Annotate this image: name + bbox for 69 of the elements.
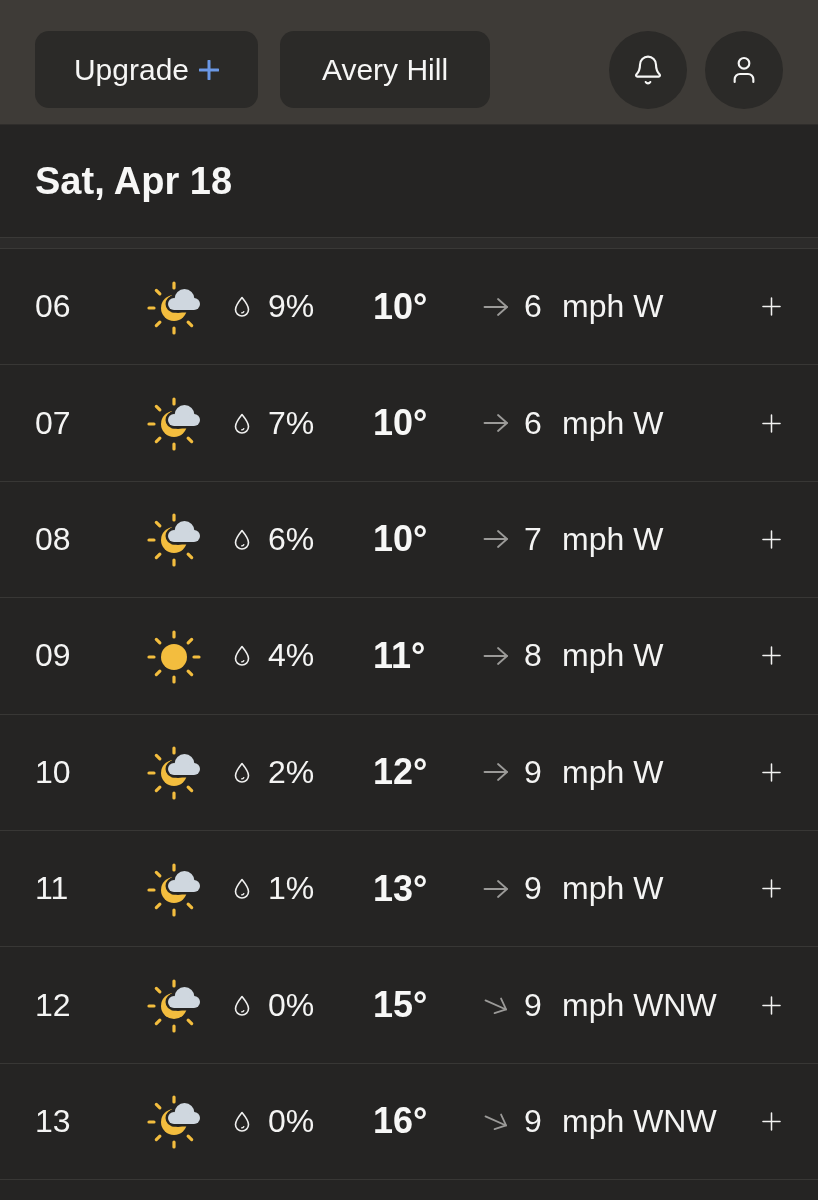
wind-unit-direction: mph W [562,404,665,442]
expand-button[interactable] [760,412,782,435]
bell-icon [632,54,664,86]
plus-icon [761,1111,781,1131]
wind-unit-direction: mph W [562,520,665,558]
hour-label: 13 [35,1102,72,1140]
plus-icon [761,297,781,317]
raindrop-icon [234,878,250,900]
temperature: 15° [373,984,429,1027]
temperature: 10° [373,402,429,445]
date-heading: Sat, Apr 18 [35,159,233,203]
wind-speed: 8 [524,637,543,675]
temperature: 16° [373,1100,429,1143]
wind-speed: 6 [524,404,543,442]
wind-speed: 6 [524,288,543,326]
temperature: 10° [373,518,429,561]
wind-speed: 9 [524,753,543,791]
raindrop-icon [234,412,250,434]
plus-icon [761,995,781,1015]
hour-label: 11 [35,870,70,908]
expand-button[interactable] [760,1110,782,1133]
wind-unit-direction: mph W [562,870,665,908]
expand-button[interactable] [760,644,782,667]
plus-icon [761,529,781,549]
upgrade-button[interactable]: Upgrade [35,31,258,108]
precipitation-chance: 4% [268,637,316,675]
wind-unit-direction: mph W [562,753,665,791]
raindrop-icon [234,296,250,318]
wind-speed: 9 [524,986,543,1024]
temperature: 10° [373,285,429,328]
hour-label: 09 [35,637,72,675]
precipitation-chance: 2% [268,753,316,791]
raindrop-icon [234,645,250,667]
wind-speed: 7 [524,520,543,558]
temperature: 11° [373,634,427,677]
precipitation-chance: 0% [268,986,316,1024]
temperature: 12° [373,751,429,794]
precipitation-chance: 1% [268,870,316,908]
raindrop-icon [234,761,250,783]
hour-label: 07 [35,404,72,442]
wind-unit-direction: mph WNW [562,986,718,1024]
expand-button[interactable] [760,761,782,784]
plus-icon [761,762,781,782]
plus-icon [199,59,220,80]
expand-button[interactable] [760,528,782,551]
raindrop-icon [234,528,250,550]
hour-label: 12 [35,986,72,1024]
expand-button[interactable] [760,877,782,900]
plus-icon [761,646,781,666]
expand-button[interactable] [760,994,782,1017]
plus-icon [761,413,781,433]
wind-unit-direction: mph W [562,637,665,675]
plus-icon [761,879,781,899]
location-button[interactable]: Avery Hill [280,31,490,108]
wind-speed: 9 [524,1102,543,1140]
wind-speed: 9 [524,870,543,908]
precipitation-chance: 0% [268,1102,316,1140]
precipitation-chance: 9% [268,288,316,326]
wind-unit-direction: mph WNW [562,1102,718,1140]
hour-label: 06 [35,288,72,326]
hour-label: 08 [35,520,72,558]
raindrop-icon [234,1110,250,1132]
expand-button[interactable] [760,295,782,318]
wind-unit-direction: mph W [562,288,665,326]
hour-label: 10 [35,753,72,791]
precipitation-chance: 7% [268,404,316,442]
raindrop-icon [234,994,250,1016]
temperature: 13° [373,867,429,910]
precipitation-chance: 6% [268,520,316,558]
